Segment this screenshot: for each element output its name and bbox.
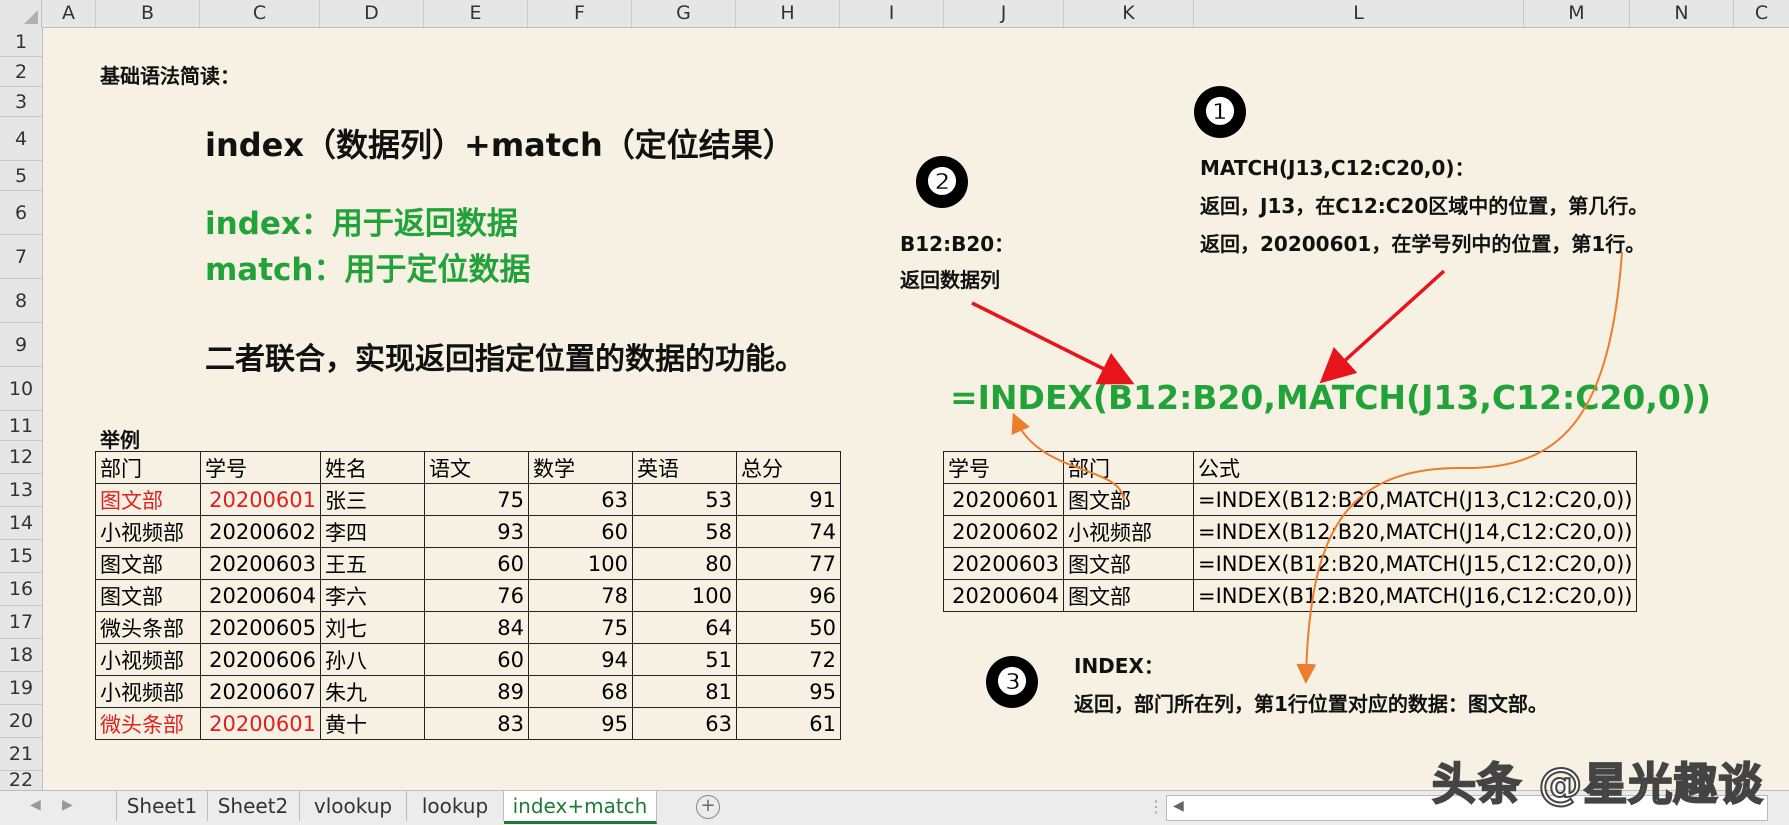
arrow-to-b12-b20	[971, 301, 1135, 385]
arrow-match-to-index	[1296, 251, 1623, 684]
tab-bar-more-icon[interactable]: ⋮	[1148, 797, 1164, 816]
arrow-result-to-formula	[1011, 412, 1125, 501]
scroll-right-icon[interactable]: ▶	[62, 797, 73, 813]
add-sheet-icon[interactable]: +	[696, 795, 720, 819]
tab-sheet2[interactable]: Sheet2	[207, 791, 300, 821]
tab-sheet1[interactable]: Sheet1	[116, 791, 208, 821]
tab-lookup[interactable]: lookup	[407, 791, 504, 821]
scroll-left-icon[interactable]: ◀	[30, 797, 41, 813]
annotation-arrows	[971, 251, 1623, 684]
scrollbar-left-icon[interactable]: ◀	[1173, 798, 1184, 814]
arrow-to-match	[1319, 269, 1446, 384]
watermark: 头条 @星光趣谈	[1431, 758, 1764, 811]
tab-vlookup[interactable]: vlookup	[300, 791, 407, 821]
tab-index-match[interactable]: index+match	[504, 791, 657, 824]
